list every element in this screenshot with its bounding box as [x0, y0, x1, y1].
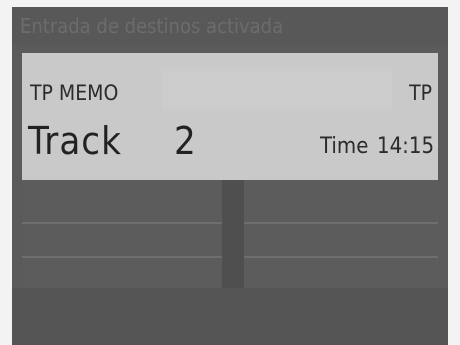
divider-line — [244, 222, 438, 224]
divider-line — [22, 256, 222, 258]
time-value: 14:15 — [377, 134, 435, 159]
divider-line — [244, 256, 438, 258]
left-softkey-area[interactable] — [22, 180, 222, 288]
right-softkey-area[interactable] — [244, 180, 438, 288]
divider-line — [22, 222, 222, 224]
track-number: 2 — [174, 119, 196, 163]
tp-indicator: TP — [409, 81, 432, 105]
title-bar: Entrada de destinos activada — [12, 7, 448, 45]
vertical-divider — [222, 180, 244, 288]
track-label: Track — [28, 119, 122, 163]
display-screen: Entrada de destinos activada TP MEMO TP … — [12, 7, 448, 345]
bottom-bar — [12, 288, 448, 345]
faint-background-text — [162, 69, 392, 109]
audio-info-panel: TP MEMO TP Track 2 Time 14:15 — [22, 53, 438, 180]
time-label: Time — [320, 134, 369, 159]
program-label: TP MEMO — [30, 81, 119, 105]
